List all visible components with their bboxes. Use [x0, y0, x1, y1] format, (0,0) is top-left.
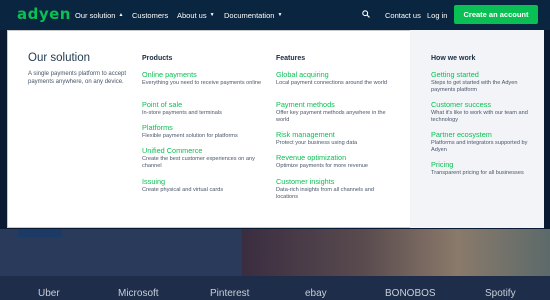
menu-item-description: Create physical and virtual cards: [142, 187, 224, 193]
menu-item-label: Payment methods: [276, 100, 335, 109]
customer-logo-pinterest: Pinterest: [210, 288, 250, 299]
menu-item-label: Partner ecosystem: [431, 130, 492, 139]
menu-item-pricing[interactable]: Pricing Transparent pricing for all busi…: [431, 161, 536, 177]
how-we-work-heading: How we work: [431, 55, 476, 62]
menu-item-label: Risk management: [276, 130, 335, 139]
menu-item-customer-insights[interactable]: Customer insights Data-rich insights fro…: [276, 178, 396, 201]
menu-item-description: Steps to get started with the Adyen paym…: [431, 80, 518, 93]
menu-item-label: Point of sale: [142, 100, 183, 109]
menu-item-label: Issuing: [142, 177, 166, 186]
menu-item-online-payments[interactable]: Online payments Everything you need to r…: [142, 71, 262, 87]
chevron-down-icon: ▼: [277, 12, 283, 18]
menu-item-description: Offer key payment methods anywhere in th…: [276, 110, 386, 123]
menu-item-label: Online payments: [142, 70, 197, 79]
nav-contact-us[interactable]: Contact us: [385, 0, 421, 30]
menu-item-description: Everything you need to receive payments …: [142, 80, 262, 86]
menu-item-description: Protect your business using data: [276, 140, 358, 146]
customer-logos-bar: [0, 276, 550, 300]
products-heading: Products: [142, 55, 173, 62]
menu-item-description: Optimize payments for more revenue: [276, 163, 369, 169]
menu-item-description: What it's like to work with our team and…: [431, 110, 528, 123]
menu-item-label: Getting started: [431, 70, 479, 79]
customer-logo-uber: Uber: [38, 288, 60, 299]
create-account-button[interactable]: Create an account: [454, 5, 538, 24]
menu-item-description: In-store payments and terminals: [142, 110, 222, 116]
nav-documentation[interactable]: Documentation ▼: [224, 0, 282, 30]
menu-item-issuing[interactable]: Issuing Create physical and virtual card…: [142, 178, 262, 194]
brand-logo[interactable]: adyen: [17, 5, 71, 23]
nav-log-in[interactable]: Log in: [427, 0, 447, 30]
menu-item-label: Platforms: [142, 123, 173, 132]
menu-item-label: Global acquiring: [276, 70, 329, 79]
nav-log-in-label: Log in: [427, 10, 448, 20]
features-heading: Features: [276, 55, 306, 62]
customer-logo-ebay: ebay: [305, 288, 327, 299]
chevron-up-icon: ▲: [118, 12, 124, 18]
search-icon[interactable]: [362, 10, 370, 18]
menu-item-label: Revenue optimization: [276, 153, 347, 162]
customer-logo-spotify: Spotify: [485, 288, 516, 299]
nav-customers-label: Customers: [132, 10, 169, 20]
panel-description: A single payments platform to accept pay…: [28, 71, 127, 85]
menu-item-label: Unified Commerce: [142, 146, 203, 155]
menu-item-unified-commerce[interactable]: Unified Commerce Create the best custome…: [142, 147, 262, 170]
menu-item-description: Platforms and integrators supported by A…: [431, 140, 528, 153]
menu-item-label: Customer insights: [276, 177, 335, 186]
hero-image: [242, 229, 550, 276]
nav-customers[interactable]: Customers: [132, 0, 168, 30]
menu-item-description: Flexible payment solution for platforms: [142, 133, 238, 139]
menu-item-risk-management[interactable]: Risk management Protect your business us…: [276, 131, 396, 147]
menu-item-description: Transparent pricing for all businesses: [431, 170, 524, 176]
nav-about-us[interactable]: About us ▼: [177, 0, 215, 30]
menu-item-label: Customer success: [431, 100, 492, 109]
menu-item-description: Local payment connections around the wor…: [276, 80, 388, 86]
menu-item-description: Create the best customer experiences on …: [142, 156, 255, 169]
menu-item-global-acquiring[interactable]: Global acquiring Local payment connectio…: [276, 71, 396, 87]
nav-contact-us-label: Contact us: [385, 10, 421, 20]
menu-item-label: Pricing: [431, 160, 454, 169]
menu-item-revenue-optimization[interactable]: Revenue optimization Optimize payments f…: [276, 154, 396, 170]
menu-item-point-of-sale[interactable]: Point of sale In-store payments and term…: [142, 101, 262, 117]
customer-logo-bonobos: BONOBOS: [385, 288, 436, 299]
menu-item-platforms[interactable]: Platforms Flexible payment solution for …: [142, 124, 262, 140]
menu-item-customer-success[interactable]: Customer success What it's like to work …: [431, 101, 536, 124]
panel-title: Our solution: [28, 52, 91, 64]
nav-our-solution[interactable]: Our solution ▲: [75, 0, 123, 30]
customer-logo-microsoft: Microsoft: [118, 288, 159, 299]
hero-button[interactable]: [18, 229, 62, 237]
menu-item-getting-started[interactable]: Getting started Steps to get started wit…: [431, 71, 536, 94]
menu-item-description: Data-rich insights from all channels and…: [276, 187, 374, 200]
nav-documentation-label: Documentation: [224, 10, 275, 20]
nav-about-us-label: About us: [177, 10, 207, 20]
chevron-down-icon: ▼: [209, 12, 215, 18]
top-navigation: adyen Our solution ▲ Customers About us …: [0, 0, 550, 30]
menu-item-payment-methods[interactable]: Payment methods Offer key payment method…: [276, 101, 396, 124]
menu-item-partner-ecosystem[interactable]: Partner ecosystem Platforms and integrat…: [431, 131, 536, 154]
nav-our-solution-label: Our solution: [75, 10, 116, 20]
